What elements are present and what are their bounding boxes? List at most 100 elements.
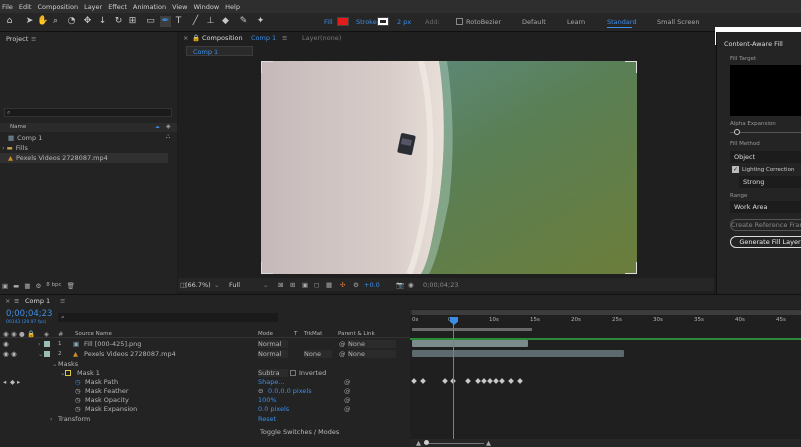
timeline-timecode[interactable]: 0;00;04;23 (6, 309, 52, 319)
layer1-eye-icon[interactable]: ◉ (3, 340, 9, 348)
mask-corner-tr[interactable] (625, 61, 637, 73)
generate-fill-layer-button[interactable]: Generate Fill Layer (730, 236, 801, 248)
menu-file[interactable]: File (2, 3, 13, 11)
add-keyframe-icon[interactable]: ◆ (10, 378, 15, 386)
mask-feather-value[interactable]: 0.0,0.0 pixels (268, 387, 312, 395)
composition-menu-icon[interactable]: ≡ (282, 34, 287, 42)
name-column-header[interactable]: Name (10, 124, 26, 130)
mask1-label[interactable]: Mask 1 (77, 369, 100, 377)
mask1-color-swatch[interactable] (65, 370, 71, 376)
mode-header[interactable]: Mode (258, 331, 273, 337)
zoom-tool-icon[interactable]: ⌕ (50, 16, 61, 27)
composition-viewer[interactable] (261, 61, 637, 274)
mask-expansion-row[interactable]: ◷ Mask Expansion 0.0 pixels @ (0, 404, 410, 414)
rectangle-tool-icon[interactable]: ▭ (145, 16, 156, 27)
mask-corner-bl[interactable] (261, 262, 273, 274)
transform-reset[interactable]: Reset (258, 415, 276, 423)
pen-tool-icon[interactable]: ✒ (160, 16, 171, 27)
mask-opacity-stopwatch-icon[interactable]: ◷ (75, 396, 81, 404)
alpha-expansion-slider[interactable] (730, 129, 801, 135)
region-of-interest-icon[interactable]: ◻ (314, 281, 319, 289)
clone-stamp-icon[interactable]: ⊥ (205, 16, 216, 27)
mask-expansion-pickwhip-icon[interactable]: @ (344, 405, 351, 413)
transform-expand-icon[interactable]: › (50, 415, 53, 423)
layer2-trkmat[interactable]: None (304, 350, 332, 358)
mask-opacity-pickwhip-icon[interactable]: @ (344, 396, 351, 404)
layer2-clip[interactable] (412, 350, 624, 357)
layer2-parent[interactable]: None (348, 350, 396, 358)
eraser-tool-icon[interactable]: ◆ (220, 16, 231, 27)
brush-tool-icon[interactable]: ╱ (190, 16, 201, 27)
inverted-checkbox[interactable] (290, 370, 296, 376)
composition-tab-name[interactable]: Comp 1 (251, 34, 276, 42)
menu-view[interactable]: View (172, 3, 187, 11)
composition-tab-prefix[interactable]: Composition (202, 34, 243, 42)
layer1-clip[interactable] (412, 340, 528, 347)
alpha-expansion-handle[interactable] (734, 129, 741, 135)
settings-icon[interactable]: ⚙ (35, 282, 41, 290)
menu-window[interactable]: Window (194, 3, 220, 11)
timeline-close-icon[interactable]: × (5, 297, 10, 305)
timeline-graph[interactable]: 0s 05s 10s 15s 20s 25s 30s 35s 40s 45s (410, 309, 801, 447)
trkmat-header[interactable]: TrkMat (304, 331, 322, 337)
menu-edit[interactable]: Edit (19, 3, 32, 11)
workspace-standard[interactable]: Standard (607, 18, 637, 26)
timeline-search-input[interactable]: ⌕ (58, 313, 278, 322)
layer2-name[interactable]: Pexels Videos 2728087.mp4 (84, 350, 176, 358)
mask-visibility-icon[interactable]: ▣ (302, 281, 308, 289)
magnification[interactable]: (66.7%) (185, 281, 211, 289)
time-ruler[interactable]: 0s 05s 10s 15s 20s 25s 30s 35s 40s 45s (410, 317, 801, 327)
flowchart-icon[interactable]: ⛬ (166, 133, 170, 141)
hand-tool-icon[interactable]: ✋ (37, 16, 48, 27)
transparency-grid-icon[interactable]: ▦ (326, 281, 332, 289)
stopwatch-active-icon[interactable]: ◷ (75, 378, 81, 386)
create-reference-frame-button[interactable]: Create Reference Frame (730, 219, 801, 231)
toggle-switches-modes[interactable]: Toggle Switches / Modes (260, 428, 339, 436)
workspace-default[interactable]: Default (522, 18, 546, 26)
dolly-tool-icon[interactable]: ↓ (97, 16, 108, 27)
mask-expansion-stopwatch-icon[interactable]: ◷ (75, 405, 81, 413)
comp-breadcrumb[interactable]: Comp 1 (186, 46, 253, 56)
mask-corner-tl[interactable] (261, 61, 273, 73)
mask-path-value[interactable]: Shape... (258, 378, 285, 386)
trash-icon[interactable]: 🗑 (67, 282, 75, 290)
project-search-input[interactable]: ⌕ (4, 108, 172, 117)
stroke-label[interactable]: Stroke (356, 18, 377, 26)
layer2-label-color[interactable] (44, 351, 50, 357)
snapshot-icon[interactable]: 📷 (396, 281, 404, 289)
prev-keyframe-icon[interactable]: ◂ (3, 378, 6, 386)
reset-exposure-icon[interactable]: ⚙ (353, 281, 359, 289)
layer1-mode[interactable]: Normal (258, 340, 288, 348)
layer1-pickwhip-icon[interactable]: @ (339, 340, 346, 348)
menu-effect[interactable]: Effect (108, 3, 127, 11)
new-folder-icon[interactable]: ▬ (13, 282, 19, 290)
lighting-strength-select[interactable]: Strong (739, 176, 801, 188)
timeline-zoom-bar[interactable]: ▲ ▲ (410, 439, 801, 447)
bit-depth[interactable]: 8 bpc (46, 282, 61, 290)
t-header[interactable]: T (294, 331, 297, 337)
constrain-icon[interactable]: ⊝ (258, 387, 263, 395)
layer1-parent[interactable]: None (348, 340, 396, 348)
grid-icon[interactable]: ⊞ (290, 281, 295, 289)
panel-menu-icon[interactable]: ≡ (31, 35, 36, 43)
fill-method-select[interactable]: Object (730, 151, 801, 163)
layer2-audio-icon[interactable]: ◉ (11, 350, 17, 358)
interpret-footage-icon[interactable]: ▣ (2, 282, 8, 290)
pan-behind-icon[interactable]: ⊞ (127, 16, 138, 27)
project-item-fills[interactable]: › ▬ Fills (2, 143, 28, 153)
work-area-bar[interactable] (412, 328, 532, 331)
layer-row-1[interactable]: ◉ › 1 ▣ Fill [000-425].png Normal @ None (0, 339, 410, 349)
rotobezier-checkbox[interactable] (456, 18, 463, 25)
viewer-timecode[interactable]: 0;00;04;23 (423, 281, 459, 289)
layer-tab[interactable]: Layer (302, 34, 320, 42)
layer2-collapse-icon[interactable]: ⌄ (38, 350, 43, 358)
color-management-icon[interactable]: ✣ (340, 281, 345, 289)
layer1-label-color[interactable] (44, 341, 50, 347)
roto-brush-icon[interactable]: ✎ (238, 16, 249, 27)
type-tool-icon[interactable]: T (173, 16, 184, 27)
menu-help[interactable]: Help (225, 3, 240, 11)
stroke-width[interactable]: 2 px (397, 18, 411, 26)
exposure-value[interactable]: +0.0 (364, 281, 380, 289)
layer-row-2[interactable]: ◉ ◉ ⌄ 2 ▲ Pexels Videos 2728087.mp4 Norm… (0, 349, 410, 359)
time-navigator[interactable] (410, 310, 801, 315)
